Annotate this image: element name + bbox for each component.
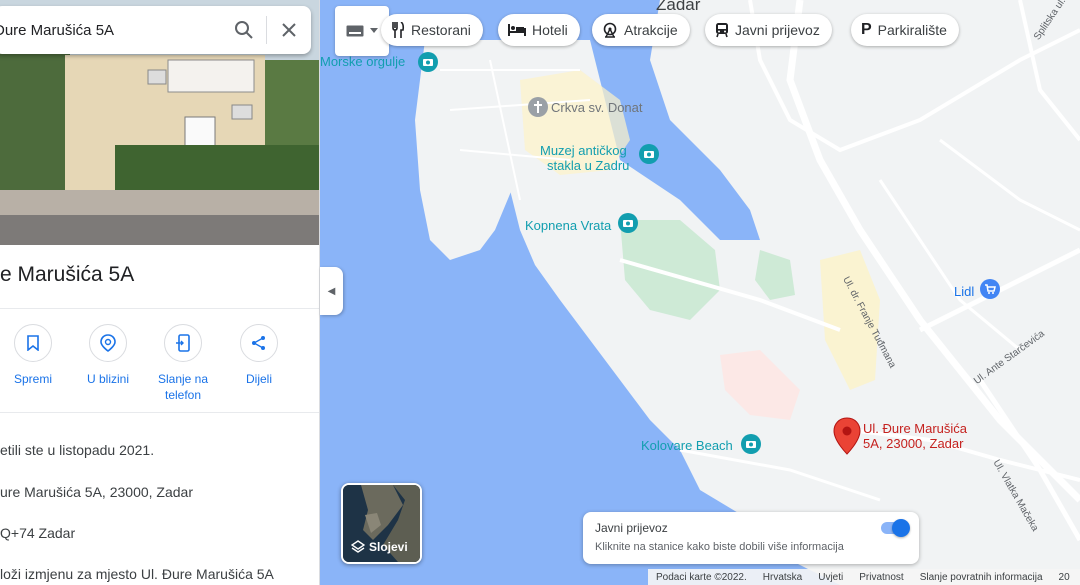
nearby-button[interactable]: U blizini	[70, 324, 146, 387]
suggest-edit-text: loži izmjenu za mjesto Ul. Đure Marušića…	[0, 566, 274, 582]
chip-attractions[interactable]: Atrakcije	[592, 14, 690, 46]
poi-label-muzej-2[interactable]: stakla u Zadru	[547, 158, 629, 173]
search-input[interactable]: Đure Marušića 5A	[0, 22, 222, 39]
layers-button[interactable]: Slojevi	[341, 483, 422, 564]
place-photo[interactable]: Đure Marušića 5A	[0, 0, 319, 245]
address-info[interactable]: ure Marušića 5A, 23000, Zadar	[0, 484, 193, 500]
privacy-link[interactable]: Privatnost	[851, 572, 911, 583]
search-box[interactable]: Đure Marušića 5A	[0, 6, 311, 54]
poi-label-muzej-1[interactable]: Muzej antičkog	[540, 143, 627, 158]
bookmark-icon	[14, 324, 52, 362]
close-icon[interactable]	[267, 6, 311, 54]
layers-icon	[351, 540, 365, 553]
city-label: Zadar	[656, 0, 701, 14]
camera-poi-icon[interactable]	[418, 52, 438, 72]
attraction-icon	[603, 22, 617, 38]
shopping-cart-icon[interactable]	[980, 279, 1000, 299]
collapse-panel-button[interactable]: ◀	[320, 267, 343, 315]
send-to-phone-button[interactable]: Slanje na telefon	[145, 324, 221, 403]
map-footer: Podaci karte ©2022. Hrvatska Uvjeti Priv…	[648, 569, 1080, 585]
send-to-phone-icon	[164, 324, 202, 362]
keyboard-icon	[346, 25, 364, 37]
nearby-icon	[89, 324, 127, 362]
gate-poi-icon[interactable]	[618, 213, 638, 233]
pin-label-line2[interactable]: 5A, 23000, Zadar	[863, 436, 963, 451]
layers-text: Slojevi	[369, 540, 408, 554]
chevron-down-icon	[370, 28, 378, 33]
church-poi-icon[interactable]	[528, 97, 548, 117]
museum-poi-icon[interactable]	[639, 144, 659, 164]
map-canvas[interactable]: Zadar Morske orgulje Crkva sv. Donat Muz…	[320, 0, 1080, 585]
terms-link[interactable]: Uvjeti	[810, 572, 851, 583]
beach-poi-icon[interactable]	[741, 434, 761, 454]
location-pin-icon[interactable]	[833, 417, 861, 455]
share-icon	[240, 324, 278, 362]
suggest-edit-link[interactable]: loži izmjenu za mjesto Ul. Đure Marušića…	[0, 566, 274, 582]
chip-attractions-label: Atrakcije	[624, 22, 678, 38]
chip-parking[interactable]: P Parkiralište	[851, 14, 959, 46]
poi-label-kolovare[interactable]: Kolovare Beach	[641, 438, 733, 453]
country-link[interactable]: Hrvatska	[755, 572, 810, 583]
feedback-link[interactable]: Slanje povratnih informacija	[912, 572, 1051, 583]
map-data-credit[interactable]: Podaci karte ©2022.	[648, 572, 755, 583]
transit-toggle[interactable]	[881, 519, 910, 537]
transit-icon	[716, 23, 728, 38]
chip-transit-label: Javni prijevoz	[735, 22, 820, 38]
hotel-icon	[508, 24, 526, 36]
search-icon[interactable]	[222, 6, 266, 54]
poi-label-morske-orgulje[interactable]: Morske orgulje	[320, 54, 405, 69]
save-button[interactable]: Spremi	[0, 324, 71, 387]
poi-label-lidl[interactable]: Lidl	[954, 284, 974, 299]
action-bar: Spremi U blizini Slanje na telefon Dijel…	[0, 324, 319, 404]
poi-label-crkva[interactable]: Crkva sv. Donat	[551, 100, 643, 115]
address-text: ure Marušića 5A, 23000, Zadar	[0, 484, 193, 500]
share-button[interactable]: Dijeli	[221, 324, 297, 387]
visited-info: etili ste u listopadu 2021.	[0, 442, 155, 458]
chevron-left-icon: ◀	[327, 285, 336, 297]
divider	[0, 412, 319, 413]
chip-transit[interactable]: Javni prijevoz	[705, 14, 832, 46]
divider	[0, 308, 319, 309]
parking-icon: P	[861, 21, 872, 38]
send-to-phone-label: Slanje na telefon	[157, 372, 209, 402]
transit-layer-card: Javni prijevoz Kliknite na stanice kako …	[583, 512, 919, 564]
transit-card-subtitle: Kliknite na stanice kako biste dobili vi…	[595, 541, 844, 553]
place-panel: Đure Marušića 5A e Marušića 5A Spremi U …	[0, 0, 320, 585]
poi-label-kopnena-vrata[interactable]: Kopnena Vrata	[525, 218, 611, 233]
scale-label[interactable]: 20	[1051, 572, 1078, 583]
pin-label-line1[interactable]: Ul. Đure Marušića	[863, 421, 967, 436]
plus-code-info[interactable]: Q+74 Zadar	[0, 525, 75, 541]
restaurant-icon	[392, 22, 405, 38]
place-title: e Marušića 5A	[0, 263, 135, 286]
plus-code-text: Q+74 Zadar	[0, 525, 76, 541]
chip-restaurants[interactable]: Restorani	[381, 14, 483, 46]
share-label: Dijeli	[245, 372, 272, 386]
chip-restaurants-label: Restorani	[411, 22, 471, 38]
save-label: Spremi	[13, 372, 52, 386]
chip-hotels-label: Hoteli	[532, 22, 568, 38]
chip-hotels[interactable]: Hoteli	[498, 14, 580, 46]
toggle-knob	[892, 519, 910, 537]
chip-parking-label: Parkiralište	[877, 22, 947, 38]
transit-card-title: Javni prijevoz	[595, 521, 668, 535]
layers-label: Slojevi	[351, 540, 408, 554]
nearby-label: U blizini	[86, 372, 129, 386]
